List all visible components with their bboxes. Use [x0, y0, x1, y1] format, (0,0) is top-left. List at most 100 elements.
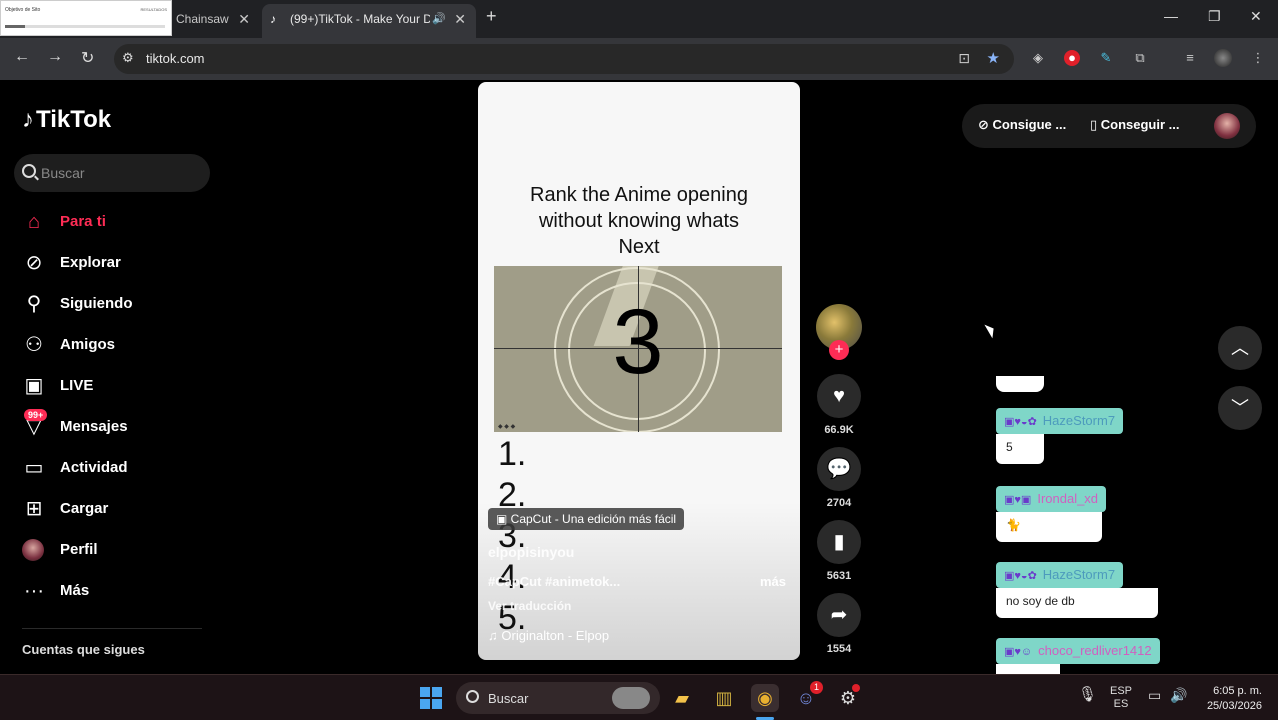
clock-time: 6:05 p. m.: [1213, 685, 1262, 697]
window-close-icon[interactable]: ✕: [1250, 8, 1262, 25]
sidebar-item-cargar[interactable]: ⊞ Cargar: [22, 493, 212, 534]
clock-date: 25/03/2026: [1206, 700, 1262, 712]
upload-icon: ⊞: [25, 498, 43, 520]
music-link[interactable]: ♫ Originalton - Elpop: [488, 628, 609, 643]
home-icon: ⌂: [27, 211, 41, 233]
back-icon[interactable]: ←: [14, 48, 30, 66]
windows-start-icon[interactable]: [420, 687, 442, 709]
divider: [22, 628, 202, 629]
windows-taskbar: Buscar ▰ ▥ ◉ ☺ 1 ⚙ 🎙 ESP ES ▭ 🔊 6:05 p. …: [0, 674, 1278, 720]
user-avatar[interactable]: [1214, 113, 1240, 139]
profile-avatar[interactable]: [1214, 49, 1232, 67]
chat-username: HazeStorm7: [1042, 567, 1116, 582]
next-video-button[interactable]: ﹀: [1218, 386, 1262, 430]
tab-preview-thumbnail[interactable]: Objetivo de Sito RESULTADOS: [0, 0, 172, 36]
sidebar-item-live[interactable]: ▣ LIVE: [22, 370, 212, 411]
taskbar-search-input[interactable]: Buscar: [456, 682, 660, 714]
steam-notification-dot: [852, 684, 860, 692]
sidebar-item-label: Amigos: [60, 336, 116, 353]
tab-chainsaw[interactable]: Chainsaw ✕: [172, 4, 258, 34]
countdown-frame: 3 ◆ ◆ ◆: [494, 266, 782, 432]
install-app-icon[interactable]: ⊡: [958, 50, 970, 67]
share-action[interactable]: ➦ 1554: [817, 593, 861, 655]
comment-icon[interactable]: 💬: [817, 447, 861, 491]
sidebar-item-amigos[interactable]: ⚇ Amigos: [22, 329, 212, 370]
extension-icon[interactable]: ◈: [1030, 50, 1046, 66]
sidebar-item-actividad[interactable]: ▭ Actividad: [22, 452, 212, 493]
heart-icon[interactable]: ♥: [817, 374, 861, 418]
volume-icon[interactable]: 🔊: [1170, 688, 1187, 702]
tab-preview-text-right: RESULTADOS: [140, 7, 167, 12]
new-tab-icon[interactable]: +: [486, 6, 497, 27]
comment-count: 2704: [826, 497, 852, 509]
tiktok-note-icon: ♪: [22, 106, 34, 133]
search-highlight-art: [612, 687, 650, 709]
system-clock[interactable]: 6:05 p. m. 25/03/2026: [1207, 684, 1262, 714]
avatar: [22, 538, 46, 562]
audio-playing-icon[interactable]: 🔊: [432, 4, 446, 34]
header-actions: ⊘ Consigue ... ▯ Conseguir ...: [962, 104, 1256, 148]
minecraft-icon[interactable]: ▥: [710, 684, 738, 712]
save-action[interactable]: ▮ 5631: [817, 520, 861, 582]
see-translation-link[interactable]: Ver traducción: [488, 599, 571, 613]
comment-action[interactable]: 💬 2704: [817, 447, 861, 509]
tab-tiktok[interactable]: ♪ (99+)TikTok - Make Your Day 🔊 ✕: [262, 4, 476, 38]
chat-badges-icon: ▣♥◒✿: [1004, 570, 1037, 582]
reload-icon[interactable]: ↻: [81, 48, 94, 68]
share-icon[interactable]: ➦: [817, 593, 861, 637]
bookmark-icon[interactable]: ▮: [817, 520, 861, 564]
media-control-icon[interactable]: ≡: [1182, 50, 1198, 66]
microphone-icon[interactable]: 🎙: [1078, 687, 1097, 702]
language-indicator[interactable]: ESP ES: [1110, 685, 1132, 711]
adblock-icon[interactable]: ●: [1064, 50, 1080, 66]
sidebar-item-mas[interactable]: ··· Más: [22, 575, 212, 616]
chat-text: 5: [996, 434, 1044, 464]
search-icon: [22, 164, 36, 178]
chat-badges-icon: ▣♥☺: [1004, 646, 1033, 658]
capcut-anchor-button[interactable]: ▣ CapCut - Una edición más fácil: [488, 508, 685, 530]
file-explorer-icon[interactable]: ▰: [668, 684, 696, 712]
site-settings-icon[interactable]: ⚙: [122, 50, 134, 66]
follow-button[interactable]: +: [829, 340, 849, 360]
translate-extension-icon[interactable]: ✎: [1098, 50, 1114, 66]
restore-icon[interactable]: ❐: [1208, 8, 1221, 25]
close-icon[interactable]: ✕: [238, 4, 250, 34]
video-caption[interactable]: #CapCut #animetok...: [488, 574, 620, 589]
chat-username-tag: ▣♥◒✿ HazeStorm7: [996, 562, 1124, 588]
sidebar-item-perfil[interactable]: Perfil: [22, 534, 212, 575]
get-app-button[interactable]: ▯ Conseguir ...: [1090, 117, 1180, 133]
sidebar-item-siguiendo[interactable]: ⚲ Siguiendo: [22, 288, 212, 329]
chat-username-tag: ▣♥☺ choco_redliver1412: [996, 638, 1160, 664]
countdown-number: 3: [612, 291, 664, 393]
close-icon[interactable]: ✕: [454, 4, 466, 34]
sidebar-item-label: Actividad: [60, 459, 128, 476]
sidebar-item-label: Perfil: [60, 541, 98, 558]
caption-more-button[interactable]: más: [760, 574, 786, 589]
video-player[interactable]: Rank the Anime opening without knowing w…: [478, 82, 800, 660]
sidebar-item-para-ti[interactable]: ⌂ Para ti: [22, 206, 212, 247]
bookmark-star-icon[interactable]: ★: [987, 49, 1000, 67]
cat-emote-icon: 🐈: [1006, 518, 1021, 532]
minimize-icon[interactable]: —: [1164, 8, 1178, 24]
sidebar-nav: ⌂ Para ti ⊘ Explorar ⚲ Siguiendo ⚇ Amigo…: [22, 206, 212, 616]
network-icon[interactable]: ▭: [1148, 688, 1161, 702]
search-input[interactable]: Buscar: [14, 154, 210, 192]
sidebar-item-label: LIVE: [60, 377, 94, 394]
sidebar-item-mensajes[interactable]: ▽ 99+ Mensajes: [22, 409, 212, 452]
video-author[interactable]: elpopisinyou: [488, 544, 574, 560]
sidebar-item-explorar[interactable]: ⊘ Explorar: [22, 247, 212, 288]
sidebar-item-label: Mensajes: [60, 418, 128, 435]
tiktok-logo[interactable]: ♪TikTok: [22, 106, 111, 134]
frame-watermark: ◆ ◆ ◆: [498, 424, 516, 430]
url-field[interactable]: ⚙ tiktok.com ⊡ ★: [114, 44, 1014, 74]
menu-kebab-icon[interactable]: ⋮: [1250, 50, 1266, 66]
previous-video-button[interactable]: ︿: [1218, 326, 1262, 370]
forward-icon[interactable]: →: [47, 48, 63, 66]
like-action[interactable]: ♥ 66.9K: [817, 374, 861, 436]
chrome-icon[interactable]: ◉: [751, 684, 779, 712]
extensions-puzzle-icon[interactable]: ⧉: [1132, 50, 1148, 66]
video-title-line: Rank the Anime opening: [530, 184, 748, 206]
share-count: 1554: [826, 643, 852, 655]
tiktok-page: ♪TikTok Buscar ⌂ Para ti ⊘ Explorar ⚲ Si…: [0, 80, 1278, 692]
get-coins-button[interactable]: ⊘ Consigue ...: [978, 117, 1066, 133]
